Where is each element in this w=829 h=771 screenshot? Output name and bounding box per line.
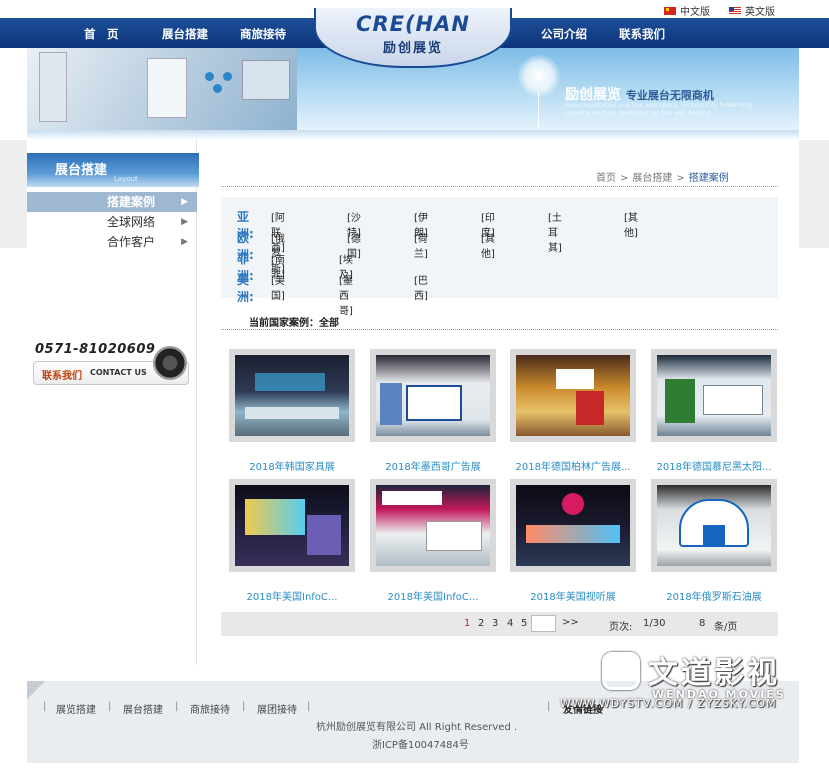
country-link[interactable]: [巴西] bbox=[414, 272, 428, 302]
sidebar-item-label: 搭建案例 bbox=[107, 195, 156, 209]
nav-about[interactable]: 公司介绍 bbox=[541, 26, 587, 42]
case-card[interactable]: 2018年韩国家具展 bbox=[229, 349, 355, 473]
breadcrumb-current: 搭建案例 bbox=[688, 173, 729, 184]
logo-chinese-name: 励创展览 bbox=[382, 41, 443, 56]
lang-chinese-link[interactable]: 中文版 bbox=[664, 3, 710, 18]
case-title[interactable]: 2018年德国柏林广告展... bbox=[510, 458, 636, 473]
page-link-5[interactable]: 5 bbox=[521, 618, 527, 629]
current-filter-label: 当前国家案例：全部 bbox=[249, 318, 339, 329]
country-link[interactable]: [荷兰] bbox=[414, 230, 428, 260]
chevron-right-icon: ▶ bbox=[181, 237, 188, 247]
case-title[interactable]: 2018年美国InfoC... bbox=[370, 588, 496, 603]
watermark-logo-icon bbox=[602, 652, 640, 690]
case-title[interactable]: 2018年俄罗斯石油展 bbox=[651, 588, 777, 603]
phone-number: 0571-81020609 bbox=[35, 342, 156, 357]
country-link[interactable]: [其他] bbox=[481, 230, 495, 260]
pagination: 1 2 3 4 5 >> 页次: 1/30 8 条/页 bbox=[221, 612, 778, 636]
country-link[interactable]: [其他] bbox=[624, 209, 638, 239]
case-thumbnail[interactable] bbox=[651, 349, 777, 442]
footer-link[interactable]: 展团接待 bbox=[257, 701, 297, 716]
case-card[interactable]: 2018年墨西哥广告展 bbox=[370, 349, 496, 473]
banner-subtitle: none registration and free web space. Fo… bbox=[565, 102, 752, 117]
page-jump-input[interactable] bbox=[531, 615, 556, 632]
telephone-icon bbox=[153, 346, 187, 380]
sidebar-title: 展台搭建 bbox=[55, 163, 108, 178]
case-thumbnail[interactable] bbox=[229, 479, 355, 572]
footer-link[interactable]: 展台搭建 bbox=[123, 701, 163, 716]
contact-us-label-en: CONTACT US bbox=[90, 368, 147, 377]
nav-business-travel[interactable]: 商旅接待 bbox=[240, 26, 286, 42]
page-go-button[interactable]: >> bbox=[562, 617, 579, 628]
case-thumbnail[interactable] bbox=[229, 349, 355, 442]
footer-link[interactable]: 展览搭建 bbox=[56, 701, 96, 716]
sidebar-item-label: 全球网络 bbox=[107, 215, 156, 229]
us-flag-icon bbox=[729, 6, 741, 15]
nav-booth-building[interactable]: 展台搭建 bbox=[162, 26, 208, 42]
pages-value: 1/30 bbox=[643, 618, 666, 629]
sidebar-item-partners[interactable]: 合作客户 ▶ bbox=[27, 232, 197, 252]
pages-label: 页次: bbox=[609, 622, 633, 633]
page: 中文版 英文版 首 页 展台搭建 商旅接待 公司介绍 联系我们 励创展览 专业展… bbox=[0, 0, 829, 771]
breadcrumb: 首页 > 展台搭建 > 搭建案例 bbox=[596, 173, 729, 184]
case-title[interactable]: 2018年美国视听展 bbox=[510, 588, 636, 603]
case-thumbnail[interactable] bbox=[510, 349, 636, 442]
per-page-value: 8 bbox=[699, 618, 706, 629]
breadcrumb-section[interactable]: 展台搭建 bbox=[632, 173, 672, 184]
sidebar-item-cases[interactable]: 搭建案例 ▶ bbox=[27, 192, 197, 212]
chevron-right-icon: ▶ bbox=[181, 217, 188, 227]
dandelion-icon bbox=[517, 54, 561, 98]
per-page-label: 条/页 bbox=[714, 622, 738, 633]
chevron-right-icon: ▶ bbox=[181, 197, 188, 207]
page-link-2[interactable]: 2 bbox=[478, 618, 484, 629]
case-card[interactable]: 2018年俄罗斯石油展 bbox=[651, 479, 777, 603]
case-title[interactable]: 2018年美国InfoC... bbox=[229, 588, 355, 603]
copyright: 杭州励创展览有限公司 All Right Reserved . bbox=[316, 722, 518, 733]
case-thumbnail[interactable] bbox=[651, 479, 777, 572]
sidebar-item-global-network[interactable]: 全球网络 ▶ bbox=[27, 212, 197, 232]
logo-wordmark: CRE(HAN bbox=[356, 12, 470, 36]
case-card[interactable]: 2018年美国InfoC... bbox=[370, 479, 496, 603]
watermark-url: WWW.WDYSTV.COM / ZYZSKY.COM bbox=[560, 697, 777, 710]
page-link-1[interactable]: 1 bbox=[464, 618, 470, 629]
watermark-text: 文道影视 bbox=[648, 656, 780, 691]
region-label: 美洲: bbox=[237, 273, 254, 304]
country-link[interactable]: [美国] bbox=[271, 272, 285, 302]
banner-divider bbox=[27, 130, 799, 140]
page-link-3[interactable]: 3 bbox=[492, 618, 498, 629]
case-card[interactable]: 2018年德国慕尼黑太阳... bbox=[651, 349, 777, 473]
case-thumbnail[interactable] bbox=[370, 479, 496, 572]
divider bbox=[221, 186, 778, 187]
region-filter: 亚洲: [阿联酋] [沙特] [伊朗] [印度] [土耳其] [其他] 欧洲: … bbox=[221, 197, 778, 317]
case-thumbnail[interactable] bbox=[510, 479, 636, 572]
page-link-4[interactable]: 4 bbox=[507, 618, 513, 629]
contact-widget[interactable]: 0571-81020609 联系我们 CONTACT US bbox=[33, 340, 189, 388]
breadcrumb-home[interactable]: 首页 bbox=[596, 173, 616, 184]
lang-english-link[interactable]: 英文版 bbox=[729, 3, 775, 18]
case-thumbnail[interactable] bbox=[370, 349, 496, 442]
case-title[interactable]: 2018年韩国家具展 bbox=[229, 458, 355, 473]
sidebar: 展台搭建 Layout 搭建案例 ▶ 全球网络 ▶ 合作客户 ▶ 0571-81… bbox=[27, 140, 199, 665]
sidebar-subtitle: Layout bbox=[114, 175, 138, 183]
nav-home[interactable]: 首 页 bbox=[84, 26, 119, 42]
lang-english-label: 英文版 bbox=[745, 7, 775, 18]
sidebar-header: 展台搭建 Layout bbox=[27, 153, 199, 187]
sidebar-menu: 搭建案例 ▶ 全球网络 ▶ 合作客户 ▶ bbox=[27, 192, 197, 252]
lang-chinese-label: 中文版 bbox=[680, 7, 710, 18]
divider bbox=[221, 329, 778, 330]
case-card[interactable]: 2018年美国视听展 bbox=[510, 479, 636, 603]
country-link[interactable]: [土耳其] bbox=[548, 209, 562, 254]
case-title[interactable]: 2018年德国慕尼黑太阳... bbox=[651, 458, 777, 473]
footer-link[interactable]: 商旅接待 bbox=[190, 701, 230, 716]
country-link[interactable]: [墨西哥] bbox=[339, 272, 353, 317]
icp-number[interactable]: 浙ICP备10047484号 bbox=[372, 736, 469, 751]
contact-us-label: 联系我们 bbox=[42, 371, 82, 382]
case-card[interactable]: 2018年美国InfoC... bbox=[229, 479, 355, 603]
sidebar-item-label: 合作客户 bbox=[107, 235, 156, 249]
case-title[interactable]: 2018年墨西哥广告展 bbox=[370, 458, 496, 473]
case-card[interactable]: 2018年德国柏林广告展... bbox=[510, 349, 636, 473]
china-flag-icon bbox=[664, 6, 676, 15]
booth-illustration bbox=[27, 48, 297, 130]
nav-contact[interactable]: 联系我们 bbox=[619, 26, 665, 42]
banner-title: 励创展览 专业展台无限商机 bbox=[565, 87, 714, 103]
